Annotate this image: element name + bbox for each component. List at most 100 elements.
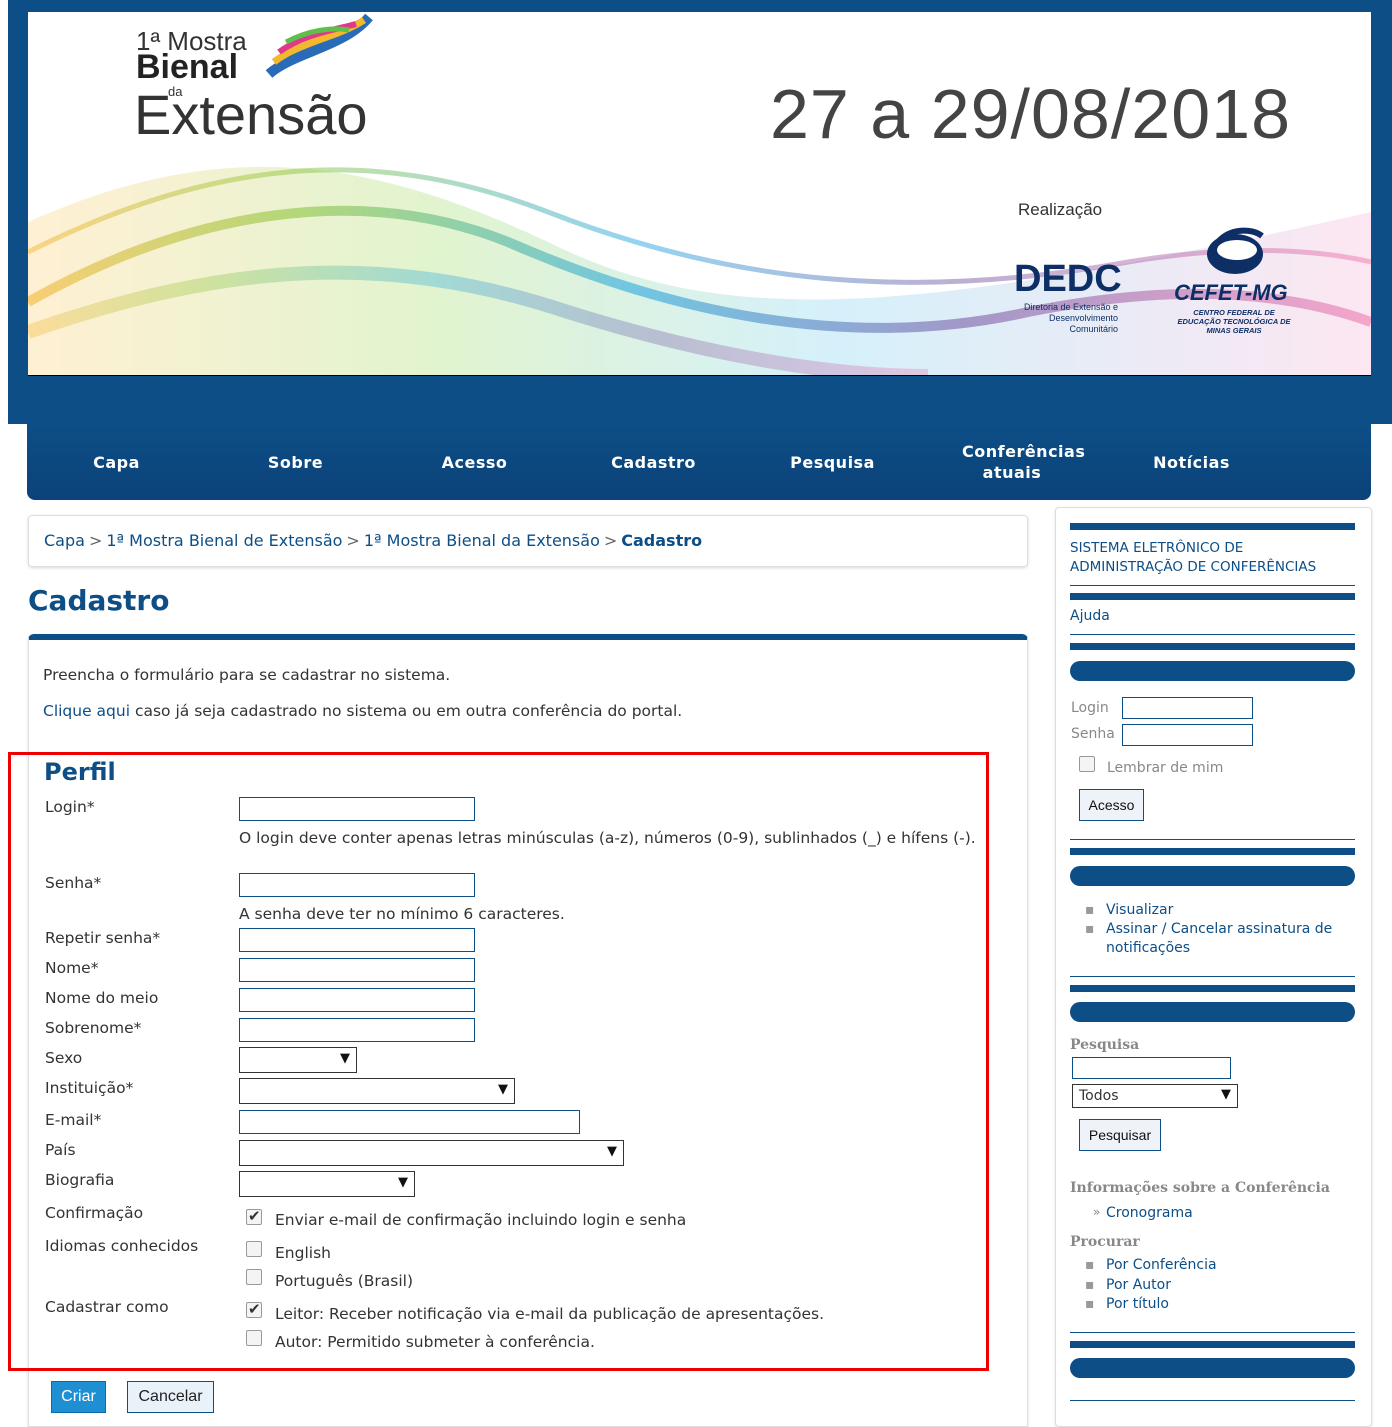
info-heading: Informações sobre a Conferência (1070, 1180, 1330, 1196)
page-title: Cadastro (28, 584, 170, 617)
confirmacao-label: Confirmação (45, 1204, 144, 1222)
confirmacao-checkbox[interactable] (246, 1207, 262, 1225)
portugues-checkbox[interactable] (246, 1269, 262, 1285)
cronograma-link[interactable]: Cronograma (1106, 1204, 1193, 1223)
pesquisa-label: Pesquisa (1070, 1037, 1140, 1053)
nome-meio-label: Nome do meio (45, 989, 159, 1007)
biografia-select[interactable]: ▼ (239, 1171, 415, 1197)
sidebar-divider (1070, 634, 1355, 635)
por-titulo-link[interactable]: Por título (1106, 1295, 1169, 1314)
dedc-subtitle: Diretoria de Extensão e Desenvolvimento … (1023, 302, 1118, 334)
por-autor-link[interactable]: Por Autor (1106, 1276, 1171, 1295)
sidebar-login-input[interactable] (1122, 697, 1253, 719)
conteudo-heading: Conteúdo da Conferência (1070, 1002, 1355, 1022)
intro-text: Preencha o formulário para se cadastrar … (43, 666, 451, 684)
sidebar-senha-input[interactable] (1122, 724, 1253, 746)
pais-label: País (45, 1141, 76, 1159)
autor-checkbox[interactable] (246, 1330, 262, 1346)
chevron-down-icon: ▼ (398, 1175, 408, 1190)
bullet-icon: ▪ (1085, 1296, 1095, 1312)
login-input[interactable] (239, 797, 475, 821)
nav-item-capa[interactable]: Capa (27, 452, 206, 473)
english-checkbox[interactable] (246, 1241, 262, 1257)
email-input[interactable] (239, 1110, 580, 1134)
senha-help: A senha deve ter no mínimo 6 caracteres. (239, 905, 565, 923)
logo-line3: Extensão (134, 83, 368, 146)
nav-item-acesso[interactable]: Acesso (385, 452, 564, 473)
breadcrumb-separator: > (346, 531, 360, 550)
system-title: SISTEMA ELETRÔNICO DE ADMINISTRAÇÃO DE C… (1070, 540, 1317, 575)
sexo-select[interactable]: ▼ (239, 1047, 357, 1073)
chevron-down-icon: ▼ (1221, 1087, 1231, 1102)
sidebar-divider (1070, 976, 1355, 977)
intro-login-line: Clique aqui caso já seja cadastrado no s… (43, 702, 682, 720)
nome-label: Nome* (45, 959, 99, 977)
nome-input[interactable] (239, 958, 475, 982)
acesso-button[interactable]: Acesso (1079, 789, 1144, 821)
login-help: O login deve conter apenas letras minúsc… (239, 829, 976, 847)
visualizar-link[interactable]: Visualizar (1106, 901, 1173, 920)
sidebar-divider (1070, 1341, 1355, 1348)
nav-item-pesquisa[interactable]: Pesquisa (743, 452, 922, 473)
breadcrumb: Capa >1ª Mostra Bienal de Extensão >1ª Mos… (28, 515, 1028, 567)
leitor-option-label: Leitor: Receber notificação via e-mail d… (275, 1305, 825, 1323)
breadcrumb-mostra-1[interactable]: 1ª Mostra Bienal de Extensão (106, 531, 342, 550)
pesquisar-button[interactable]: Pesquisar (1079, 1119, 1161, 1151)
instituicao-label: Instituição* (45, 1079, 134, 1097)
pesquisa-select-value: Todos (1079, 1088, 1119, 1104)
assinar-link[interactable]: Assinar / Cancelar assinatura de notific… (1106, 920, 1351, 958)
notificacoes-heading: Notificações (1070, 866, 1355, 886)
portugues-option-label: Português (Brasil) (275, 1272, 414, 1290)
sobrenome-label: Sobrenome* (45, 1019, 142, 1037)
lembrar-label: Lembrar de mim (1107, 760, 1224, 776)
chevron-right-icon: » (1093, 1205, 1101, 1219)
breadcrumb-current[interactable]: Cadastro (621, 531, 702, 550)
nav-item-cadastro[interactable]: Cadastro (564, 452, 743, 473)
pais-select[interactable]: ▼ (239, 1140, 624, 1166)
senha-label: Senha* (45, 874, 102, 892)
breadcrumb-capa[interactable]: Capa (44, 531, 85, 550)
pesquisa-select[interactable]: Todos ▼ (1072, 1084, 1238, 1108)
ajuda-link[interactable]: Ajuda (1070, 608, 1110, 624)
nav-item-noticias[interactable]: Notícias (1102, 452, 1281, 473)
intro-login-text: caso já seja cadastrado no sistema ou em… (130, 702, 683, 720)
criar-button[interactable]: Criar (51, 1381, 106, 1413)
breadcrumb-mostra-2[interactable]: 1ª Mostra Bienal da Extensão (364, 531, 600, 550)
bullet-icon: ▪ (1085, 1277, 1095, 1293)
sidebar-divider (1070, 523, 1355, 530)
sidebar-divider (1070, 1332, 1355, 1333)
sexo-label: Sexo (45, 1049, 83, 1067)
chevron-down-icon: ▼ (607, 1144, 617, 1159)
bullet-icon: ▪ (1085, 1257, 1095, 1273)
sidebar-divider (1070, 839, 1355, 840)
chevron-down-icon: ▼ (340, 1051, 350, 1066)
senha-input[interactable] (239, 873, 475, 897)
cefet-logo: CEFET-MG (1174, 280, 1288, 305)
biografia-label: Biografia (45, 1171, 115, 1189)
lembrar-checkbox[interactable] (1079, 756, 1095, 772)
sidebar-senha-label: Senha (1071, 726, 1115, 742)
pesquisa-input[interactable] (1072, 1057, 1231, 1079)
cadastrar-como-label: Cadastrar como (45, 1298, 169, 1316)
nav-item-sobre[interactable]: Sobre (206, 452, 385, 473)
instituicao-select[interactable]: ▼ (239, 1078, 515, 1104)
nav-item-conferencias[interactable]: Conferências atuais (922, 441, 1102, 483)
leitor-checkbox[interactable] (246, 1300, 262, 1318)
bullet-icon: ▪ (1085, 921, 1095, 937)
sidebar-divider (1070, 643, 1355, 650)
cancelar-button[interactable]: Cancelar (127, 1381, 214, 1413)
sidebar-login-label: Login (1071, 700, 1109, 716)
login-label: Login* (45, 798, 95, 816)
sidebar-divider (1070, 848, 1355, 855)
sobrenome-input[interactable] (239, 1018, 475, 1042)
banner: 1ª Mostra Bienal da Extensão 27 a 29/08/… (28, 12, 1371, 376)
sidebar-divider (1070, 585, 1355, 586)
breadcrumb-separator: > (603, 531, 618, 550)
fonte-heading: Tamanho da fonte (1070, 1358, 1355, 1378)
por-conferencia-link[interactable]: Por Conferência (1106, 1256, 1217, 1275)
sidebar-divider (1070, 985, 1355, 992)
english-option-label: English (275, 1244, 331, 1262)
clique-aqui-link[interactable]: Clique aqui (43, 702, 130, 720)
repetir-senha-input[interactable] (239, 928, 475, 952)
nome-meio-input[interactable] (239, 988, 475, 1012)
